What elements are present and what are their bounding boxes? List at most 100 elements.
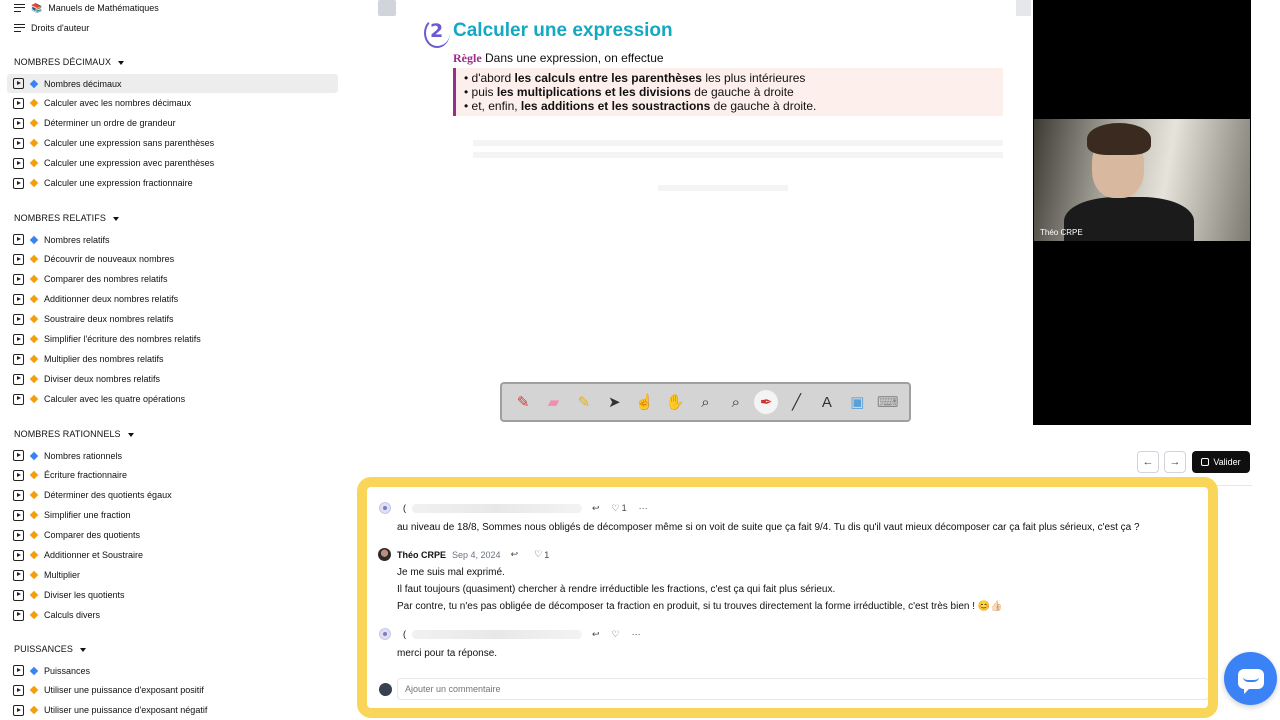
validate-button[interactable]: Valider bbox=[1192, 451, 1250, 473]
orange-diamond-icon bbox=[29, 491, 39, 500]
pen-icon[interactable]: ✒ bbox=[754, 390, 779, 414]
sidebar-link-droits[interactable]: Droits d'auteur bbox=[14, 19, 89, 37]
lesson-item[interactable]: Multiplier des nombres relatifs bbox=[7, 350, 338, 369]
chat-button[interactable] bbox=[1224, 652, 1277, 705]
lesson-label: Déterminer un ordre de grandeur bbox=[44, 118, 176, 129]
lesson-item[interactable]: Calculer avec les quatre opérations bbox=[7, 390, 338, 409]
lines-icon bbox=[14, 3, 25, 13]
lesson-item[interactable]: Calculs divers bbox=[7, 606, 338, 625]
orange-diamond-icon bbox=[29, 139, 39, 148]
lesson-item[interactable]: Calculer une expression avec parenthèses bbox=[7, 154, 338, 173]
lesson-item[interactable]: Déterminer un ordre de grandeur bbox=[7, 114, 338, 133]
lesson-item[interactable]: Diviser les quotients bbox=[7, 586, 338, 605]
lesson-item[interactable]: Simplifier une fraction bbox=[7, 506, 338, 525]
lesson-item[interactable]: Simplifier l'écriture des nombres relati… bbox=[7, 330, 338, 349]
play-icon bbox=[13, 450, 24, 461]
hand-pan-icon[interactable]: ✋ bbox=[663, 390, 687, 414]
comment-header: Théo CRPE Sep 4, 2024 ↩ ♡ 1 bbox=[378, 548, 549, 561]
like-button[interactable]: ♡ 1 bbox=[534, 549, 549, 560]
lesson-label: Nombres rationnels bbox=[44, 450, 123, 461]
comment-header: ( ↩ ♡ ··· bbox=[379, 628, 641, 640]
lesson-item[interactable]: Déterminer des quotients égaux bbox=[7, 486, 338, 505]
checkbox-icon bbox=[1201, 458, 1210, 466]
lesson-label: Puissances bbox=[44, 665, 91, 676]
orange-diamond-icon bbox=[29, 335, 39, 344]
lesson-item[interactable]: Nombres relatifs bbox=[7, 230, 338, 249]
lesson-label: Calculer une expression sans parenthèses bbox=[44, 138, 215, 149]
orange-diamond-icon bbox=[29, 706, 39, 715]
caret-down-icon bbox=[118, 61, 125, 65]
play-icon bbox=[13, 333, 24, 345]
section-title[interactable]: NOMBRES DÉCIMAUX bbox=[14, 57, 125, 67]
blue-diamond-icon bbox=[29, 235, 39, 244]
play-icon bbox=[13, 313, 24, 325]
like-button[interactable]: ♡ 1 bbox=[612, 503, 627, 514]
comment-text: au niveau de 18/8, Sommes nous obligés d… bbox=[397, 522, 1140, 533]
play-icon bbox=[13, 353, 24, 365]
screen-icon[interactable]: ▣ bbox=[845, 390, 869, 414]
lines-icon bbox=[14, 23, 25, 33]
reply-icon[interactable]: ↩ bbox=[592, 629, 600, 640]
lesson-item[interactable]: Puissances bbox=[7, 661, 338, 680]
section-title[interactable]: NOMBRES RATIONNELS bbox=[14, 429, 134, 439]
orange-diamond-icon bbox=[29, 374, 39, 384]
reply-icon[interactable]: ↩ bbox=[592, 503, 600, 514]
lesson-item[interactable]: Additionner deux nombres relatifs bbox=[7, 290, 338, 309]
lesson-label: Diviser deux nombres relatifs bbox=[44, 374, 161, 385]
reply-icon[interactable]: ↩ bbox=[511, 549, 519, 560]
sidebar-link-manuels[interactable]: 📚 Manuels de Mathématiques bbox=[14, 0, 159, 17]
highlighter-icon[interactable]: ✎ bbox=[572, 390, 596, 414]
lesson-item[interactable]: Multiplier bbox=[7, 566, 338, 585]
lesson-label: Additionner deux nombres relatifs bbox=[44, 294, 179, 305]
zoom-out-icon[interactable]: ⌕ bbox=[724, 390, 748, 414]
slide-title: Calculer une expression bbox=[453, 20, 673, 41]
video-player[interactable]: 2 Calculer une expression Règle Dans une… bbox=[378, 0, 1251, 425]
next-button[interactable]: → bbox=[1164, 451, 1186, 473]
lesson-label: Simplifier l'écriture des nombres relati… bbox=[44, 334, 201, 345]
lesson-item[interactable]: Nombres décimaux bbox=[7, 74, 338, 93]
arrow-left-icon: ← bbox=[1142, 456, 1154, 468]
eraser-icon[interactable]: ▰ bbox=[542, 390, 566, 414]
line-icon[interactable]: ╱ bbox=[785, 390, 809, 414]
lesson-item[interactable]: Diviser deux nombres relatifs bbox=[7, 370, 338, 389]
orange-diamond-icon bbox=[29, 570, 39, 580]
rule-intro-text: Dans une expression, on effectue bbox=[485, 51, 664, 65]
lesson-item[interactable]: Soustraire deux nombres relatifs bbox=[7, 310, 338, 329]
section-title[interactable]: NOMBRES RELATIFS bbox=[14, 213, 119, 223]
heart-icon[interactable]: ♡ bbox=[612, 629, 620, 640]
pointer-icon[interactable]: ➤ bbox=[602, 390, 626, 414]
section-title-label: NOMBRES DÉCIMAUX bbox=[14, 57, 112, 67]
lesson-item[interactable]: Additionner et Soustraire bbox=[7, 546, 338, 565]
prev-button[interactable]: ← bbox=[1137, 451, 1159, 473]
more-icon[interactable]: ··· bbox=[639, 503, 648, 513]
lesson-item[interactable]: Comparer des quotients bbox=[7, 526, 338, 545]
lesson-slide: 2 Calculer une expression Règle Dans une… bbox=[378, 0, 1033, 425]
zoom-in-icon[interactable]: ⌕ bbox=[693, 390, 717, 414]
avatar bbox=[379, 628, 391, 640]
lesson-item[interactable]: Calculer une expression fractionnaire bbox=[7, 174, 338, 193]
lesson-item[interactable]: Nombres rationnels bbox=[7, 446, 338, 465]
like-count: 1 bbox=[621, 503, 627, 513]
keyboard-icon[interactable]: ⌨ bbox=[876, 390, 900, 414]
play-icon bbox=[13, 117, 24, 129]
lesson-item[interactable]: Calculer avec les nombres décimaux bbox=[7, 94, 338, 113]
lesson-item[interactable]: Découvrir de nouveaux nombres bbox=[7, 250, 338, 269]
slide-menu-button[interactable] bbox=[378, 0, 396, 16]
lesson-item[interactable]: Écriture fractionnaire bbox=[7, 466, 338, 485]
section-title[interactable]: PUISSANCES bbox=[14, 644, 87, 654]
play-icon bbox=[13, 665, 24, 676]
lesson-item[interactable]: Utiliser une puissance d'exposant négati… bbox=[7, 701, 338, 720]
more-icon[interactable]: ··· bbox=[632, 629, 641, 639]
lesson-item[interactable]: Calculer une expression sans parenthèses bbox=[7, 134, 338, 153]
text-icon[interactable]: A bbox=[815, 390, 839, 414]
marker-red-icon[interactable]: ✎ bbox=[511, 390, 535, 414]
lesson-item[interactable]: Comparer des nombres relatifs bbox=[7, 270, 338, 289]
play-icon bbox=[13, 549, 24, 561]
play-icon bbox=[13, 293, 24, 305]
lesson-item[interactable]: Utiliser une puissance d'exposant positi… bbox=[7, 681, 338, 700]
play-icon bbox=[13, 489, 24, 501]
lesson-label: Multiplier bbox=[44, 570, 81, 581]
rule-word: Règle bbox=[453, 51, 482, 65]
comment-input[interactable] bbox=[397, 678, 1208, 700]
hand-point-icon[interactable]: ☝ bbox=[633, 390, 657, 414]
